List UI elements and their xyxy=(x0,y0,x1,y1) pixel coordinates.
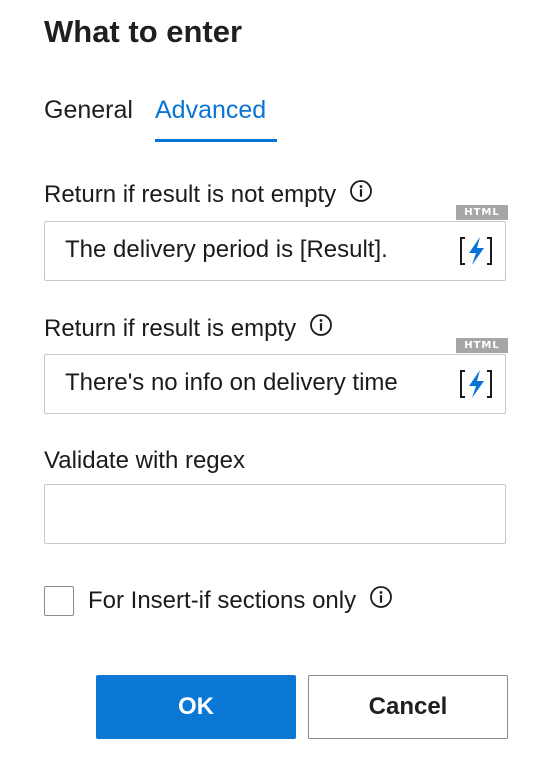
validate-regex-field[interactable] xyxy=(44,484,506,544)
return-empty-label: Return if result is empty xyxy=(44,315,297,342)
return-not-empty-label: Return if result is not empty xyxy=(44,181,337,208)
return-empty-label-row: Return if result is empty xyxy=(44,313,333,344)
insert-lightning-icon[interactable] xyxy=(459,235,493,267)
html-badge: HTML xyxy=(456,338,508,353)
validate-regex-label: Validate with regex xyxy=(44,447,245,474)
return-empty-value: There's no info on delivery time xyxy=(65,369,398,396)
return-not-empty-value: The delivery period is [Result]. xyxy=(65,236,388,263)
return-empty-field[interactable]: There's no info on delivery time xyxy=(44,354,506,414)
return-not-empty-field[interactable]: The delivery period is [Result]. xyxy=(44,221,506,281)
insert-lightning-icon[interactable] xyxy=(459,368,493,400)
cancel-button[interactable]: Cancel xyxy=(308,675,508,739)
tab-general[interactable]: General xyxy=(44,96,133,125)
ok-button[interactable]: OK xyxy=(96,675,296,739)
insert-if-checkbox[interactable] xyxy=(44,586,74,616)
active-tab-indicator xyxy=(155,139,277,142)
insert-if-label: For Insert-if sections only xyxy=(88,587,357,614)
info-icon[interactable] xyxy=(369,585,393,616)
return-not-empty-label-row: Return if result is not empty xyxy=(44,179,373,210)
html-badge: HTML xyxy=(456,205,508,220)
insert-if-label-row: For Insert-if sections only xyxy=(88,585,393,616)
info-icon[interactable] xyxy=(349,179,373,210)
info-icon[interactable] xyxy=(309,313,333,344)
dialog-title: What to enter xyxy=(44,14,243,49)
tab-advanced[interactable]: Advanced xyxy=(155,96,266,125)
